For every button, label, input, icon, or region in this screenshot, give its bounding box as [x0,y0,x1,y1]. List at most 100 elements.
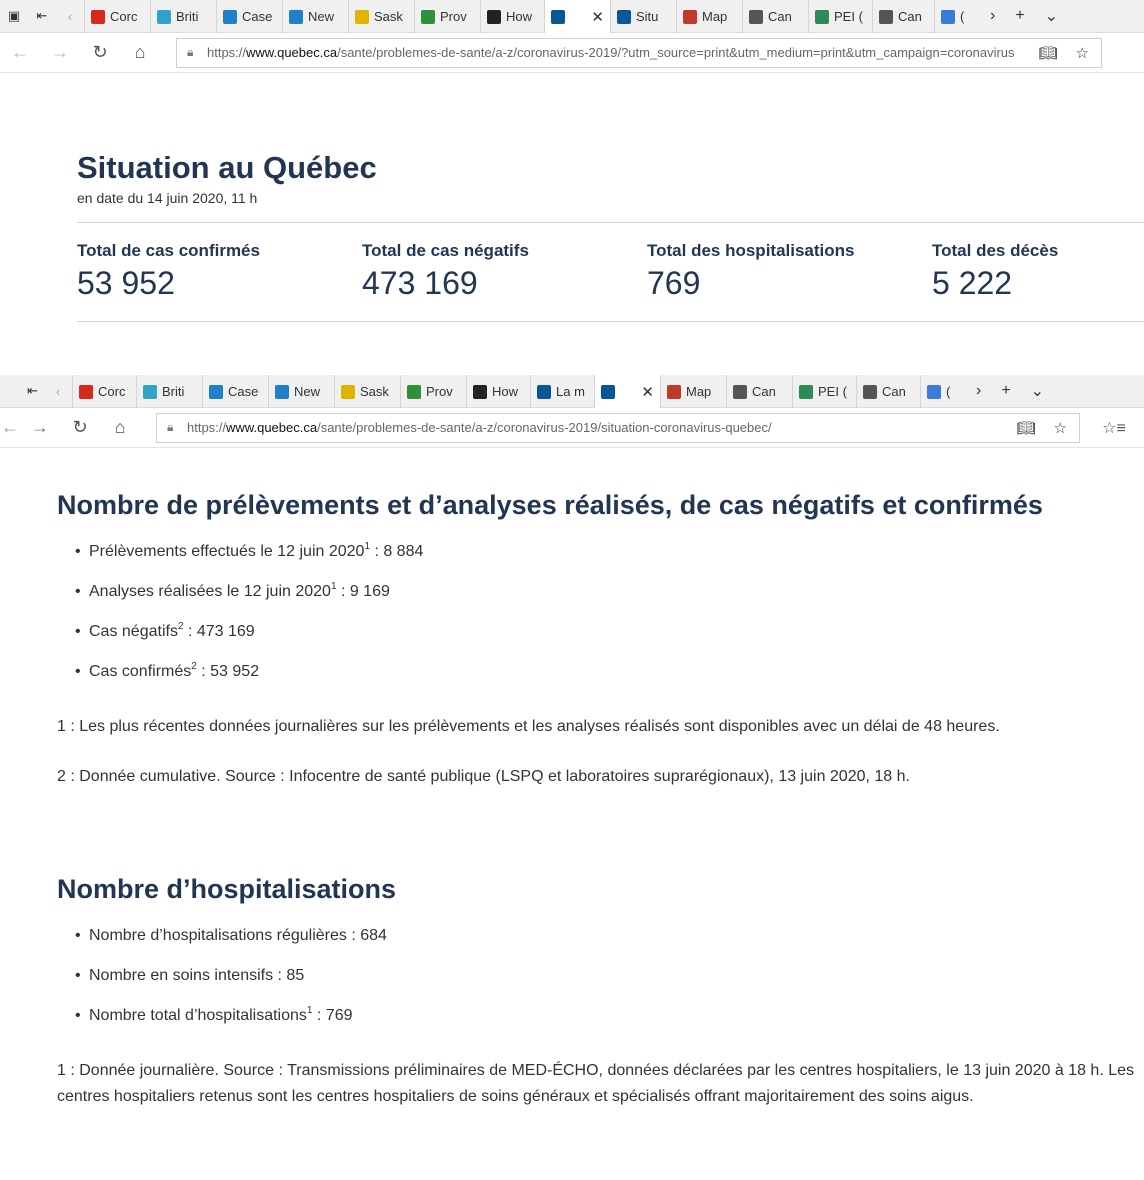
browser-tab[interactable]: Can [872,0,934,33]
browser-tab[interactable]: Can [856,375,920,408]
close-tab-icon[interactable]: ✕ [631,383,654,401]
browser-tab[interactable]: Map [660,375,726,408]
tab-favicon-icon [275,384,289,399]
url-host: www.quebec.ca [226,420,318,435]
browser-tab[interactable]: How [480,0,544,33]
tab-label: Case [228,384,259,399]
lock-icon: 🔒︎ [167,420,174,434]
browser-tab[interactable]: Prov [414,0,480,33]
scroll-tabs-left-icon[interactable]: ‹ [56,0,84,32]
reading-view-icon[interactable]: 📖︎ [1017,419,1036,437]
tests-heading: Nombre de prélèvements et d’analyses réa… [57,490,1043,520]
url-protocol: https:// [207,45,247,60]
item-value: : 8 884 [370,543,424,560]
tab-label: Can [882,384,906,399]
tab-favicon-icon [667,384,681,399]
browser-tab[interactable]: Briti [150,0,216,33]
tab-label: La m [556,384,585,399]
browser-tab[interactable]: Case [202,375,268,408]
set-aside-tabs-icon[interactable]: ⇤ [28,0,56,32]
browser-tab[interactable]: New [268,375,334,408]
browser-tab[interactable]: New [282,0,348,33]
list-item: Nombre en soins intensifs : 85 [75,966,1144,986]
tab-label: New [308,9,335,24]
browser-tab[interactable]: PEI ( [808,0,872,33]
browser-tab[interactable]: ✕ [544,0,610,33]
item-text: Nombre d’hospitalisations régulières : 6… [89,927,387,944]
close-tab-icon[interactable]: ✕ [581,8,604,26]
tab-favicon-icon [157,9,171,24]
set-aside-tabs-icon[interactable]: ⇤ [0,375,44,407]
tab-favicon-icon [407,384,421,399]
browser-tab[interactable]: Sask [334,375,400,408]
tab-label: How [506,9,533,24]
scroll-tabs-left-icon[interactable]: ‹ [44,375,72,407]
tab-list-chevron-down-icon[interactable]: ⌄ [1031,381,1044,401]
browser-tab[interactable]: Can [726,375,792,408]
item-value: : 769 [312,1007,353,1024]
home-icon[interactable]: ⌂ [120,42,160,63]
url-input[interactable]: 🔒︎ https://www.quebec.ca/sante/problemes… [176,37,1102,68]
item-text: Analyses réalisées le 12 juin 2020 [89,583,331,600]
tab-label: Case [242,9,273,24]
browser-tab[interactable]: Sask [348,0,414,33]
new-tab-icon[interactable]: + [1015,7,1024,25]
refresh-icon[interactable]: ↻ [60,417,100,438]
tab-label: How [492,384,519,399]
browser-tab[interactable]: ( [920,375,960,408]
favorite-star-icon[interactable]: ☆ [1076,44,1089,62]
refresh-icon[interactable]: ↻ [80,42,120,63]
reading-view-icon[interactable]: 📖︎ [1039,44,1058,62]
list-item: Prélèvements effectués le 12 juin 20201 … [75,542,1144,563]
scroll-tabs-right-icon[interactable]: › [976,382,981,400]
stat-value: 769 [647,265,701,301]
browser-tab[interactable]: Corc [84,0,150,33]
list-item: Cas négatifs2 : 473 169 [75,622,1144,643]
back-arrow-icon[interactable]: ← [0,42,40,63]
tab-favicon-icon [941,9,955,24]
tab-label: Corc [98,384,126,399]
item-text: Cas négatifs [89,623,178,640]
back-arrow-icon[interactable]: ← [0,417,20,438]
url-path: /sante/problemes-de-sante/a-z/coronaviru… [317,420,772,435]
browser-tab[interactable]: Map [676,0,742,33]
tab-favicon-icon [421,9,435,24]
tab-favicon-icon [223,9,237,24]
tab-label: Can [768,9,792,24]
browser-tab[interactable]: La m [530,375,594,408]
tab-actions-icon[interactable]: ▣ [0,0,28,32]
scroll-tabs-right-icon[interactable]: › [990,7,995,25]
browser-tab[interactable]: Can [742,0,808,33]
browser-tab[interactable]: How [466,375,530,408]
address-bar-row: ← → ↻ ⌂ 🔒︎ https://www.quebec.ca/sante/p… [0,408,1144,448]
forward-arrow-icon[interactable]: → [20,417,60,438]
tab-favicon-icon [799,384,813,399]
situation-header: Situation au Québec en date du 14 juin 2… [77,150,1144,206]
hospitalisations-heading: Nombre d’hospitalisations [57,874,397,904]
tab-list-chevron-down-icon[interactable]: ⌄ [1045,6,1058,26]
browser-tab[interactable]: PEI ( [792,375,856,408]
browser-tab[interactable]: ( [934,0,974,33]
browser-tab[interactable]: Prov [400,375,466,408]
url-path: /sante/problemes-de-sante/a-z/coronaviru… [337,45,1015,60]
browser-tab[interactable]: Briti [136,375,202,408]
new-tab-icon[interactable]: + [1001,382,1010,400]
tab-label: Map [702,9,728,24]
browser-tab[interactable]: Corc [72,375,136,408]
tab-favicon-icon [733,384,747,399]
tab-label: Can [752,384,776,399]
browser-tab[interactable]: Situ [610,0,676,33]
tests-section: Nombre de prélèvements et d’analyses réa… [57,488,1144,790]
tab-favicon-icon [617,9,631,24]
browser-tab[interactable]: Case [216,0,282,33]
tab-label: Situ [636,9,659,24]
list-item: Analyses réalisées le 12 juin 20201 : 9 … [75,582,1144,603]
favorite-star-icon[interactable]: ☆ [1054,419,1067,437]
home-icon[interactable]: ⌂ [100,417,140,438]
browser-tab[interactable]: ✕ [594,375,660,408]
url-input[interactable]: 🔒︎ https://www.quebec.ca/sante/problemes… [156,412,1080,443]
stat-value: 473 169 [362,265,478,301]
forward-arrow-icon[interactable]: → [40,42,80,63]
favorites-hub-icon[interactable]: ☆≡ [1094,418,1134,438]
tests-list: Prélèvements effectués le 12 juin 20201 … [75,542,1144,683]
